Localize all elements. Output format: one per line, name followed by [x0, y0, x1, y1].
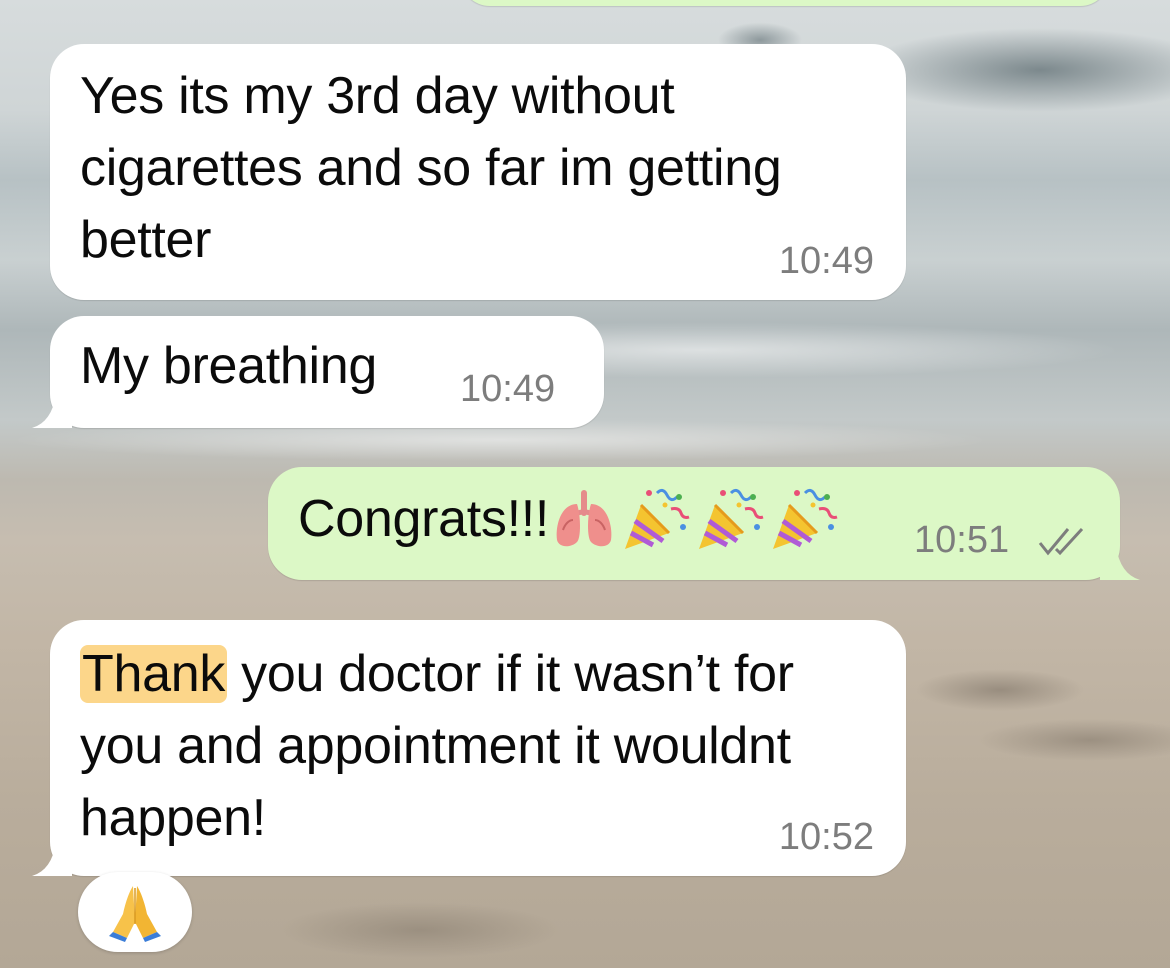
message-reaction[interactable]	[78, 872, 192, 952]
message-text-4: Thank you doctor if it wasn’t for you an…	[80, 638, 900, 854]
message-text-2: My breathing	[80, 337, 377, 395]
folded-hands-emoji	[109, 886, 161, 942]
bubble-tail-3	[1100, 546, 1140, 580]
previous-outgoing-bubble[interactable]	[460, 0, 1110, 6]
bubble-tail-2	[32, 394, 72, 428]
message-bubble-3[interactable]: Congrats!!! 10:51	[268, 467, 1120, 580]
message-time-4: 10:52	[778, 816, 874, 858]
bubble-tail-4	[32, 842, 72, 876]
message-time-2: 10:49	[460, 368, 556, 410]
message-time-3: 10:51	[914, 519, 1010, 561]
message-text-3: Congrats!!!	[298, 483, 839, 555]
message-bubble-1[interactable]: Yes its my 3rd day without cigarettes an…	[50, 44, 906, 300]
party-popper-emoji	[773, 488, 838, 549]
search-highlight: Thank	[80, 645, 228, 703]
party-popper-emoji	[625, 488, 690, 549]
party-popper-emoji	[699, 488, 764, 549]
message-text-3-label: Congrats!!!	[298, 490, 550, 548]
read-double-check-icon	[1038, 527, 1084, 556]
message-bubble-4[interactable]: Thank you doctor if it wasn’t for you an…	[50, 620, 906, 876]
lungs-emoji	[556, 490, 612, 547]
message-bubble-2[interactable]: My breathing 10:49	[50, 316, 604, 428]
message-time-1: 10:49	[778, 240, 874, 282]
message-text-1: Yes its my 3rd day without cigarettes an…	[80, 67, 782, 269]
